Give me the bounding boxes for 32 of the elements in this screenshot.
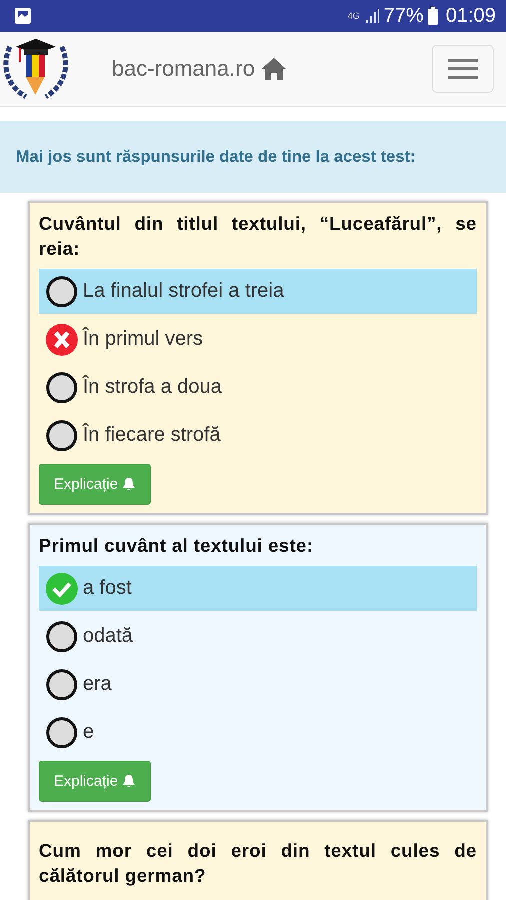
option-text: În primul vers	[83, 328, 204, 351]
radio-button[interactable]	[45, 620, 79, 654]
option-text: e	[83, 721, 94, 744]
radio-button[interactable]	[45, 418, 79, 452]
radio-button[interactable]	[45, 668, 79, 702]
option-text: era	[83, 673, 112, 696]
clock: 01:09	[446, 4, 496, 28]
menu-icon	[448, 59, 478, 79]
bell-icon	[122, 774, 136, 789]
signal-icon	[364, 8, 380, 24]
site-title[interactable]: bac-romana.ro	[112, 56, 256, 82]
option-text: La finalul strofei a treia	[83, 280, 284, 303]
notice-text: Mai jos sunt răspunsurile date de tine la acest test:	[16, 148, 416, 166]
battery-percent: 77%	[384, 4, 424, 28]
battery-icon	[428, 7, 438, 25]
gallery-icon	[14, 7, 32, 25]
network-type: 4G	[348, 11, 360, 21]
bell-icon	[122, 477, 136, 492]
radio-button[interactable]	[45, 716, 79, 750]
radio-button[interactable]	[45, 370, 79, 404]
option-text: odată	[83, 625, 134, 648]
option-text: a fost	[83, 577, 132, 600]
option-text: În strofa a doua	[83, 376, 222, 399]
explanation-button[interactable]: Explicație	[39, 464, 152, 505]
radio-button[interactable]	[45, 274, 79, 308]
question-text: Cum mor cei doi eroi din textul cules de călătorul german?	[39, 839, 477, 888]
question-text: Cuvântul din titlul textului, “Luceafărul”, se reia:	[39, 212, 477, 261]
question-text: Primul cuvânt al textului este:	[39, 534, 315, 558]
home-icon[interactable]	[261, 57, 288, 81]
option-text: În fiecare strofă	[83, 424, 221, 447]
explanation-button[interactable]: Explicație	[39, 761, 152, 802]
menu-button[interactable]	[432, 45, 494, 93]
